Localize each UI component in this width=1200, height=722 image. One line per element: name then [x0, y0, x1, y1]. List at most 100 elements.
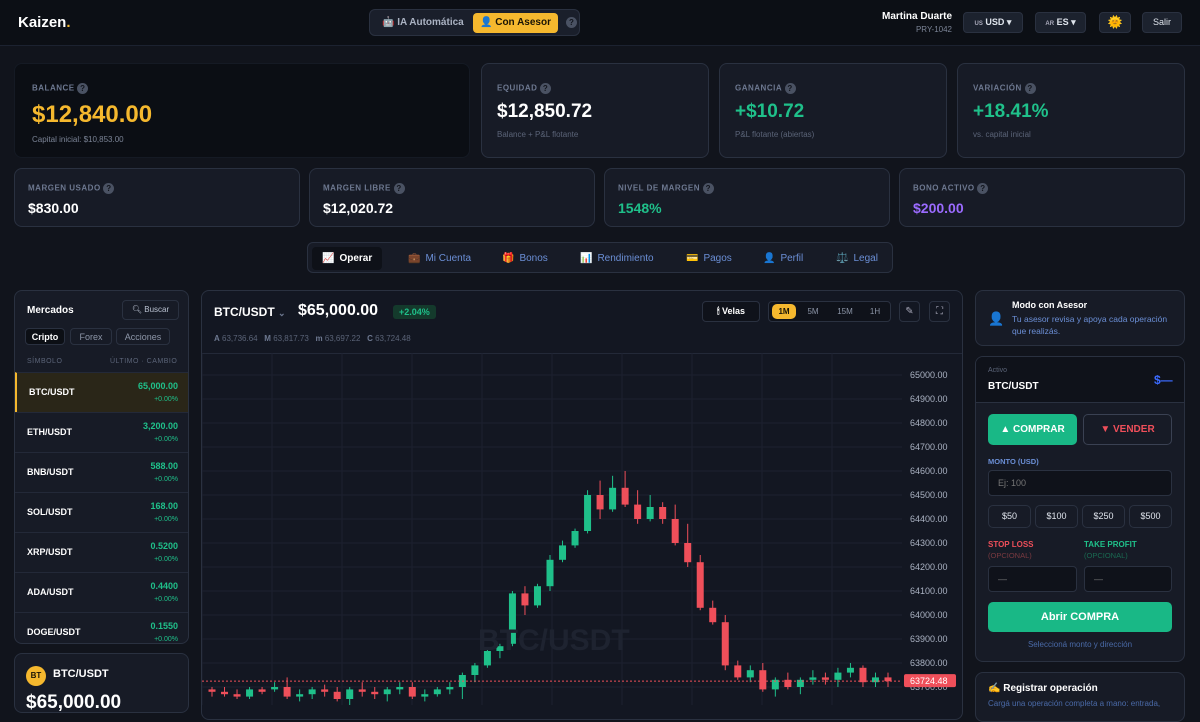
- language-selector[interactable]: AR ES ▾: [1035, 12, 1086, 33]
- help-icon[interactable]: ?: [393, 183, 405, 194]
- market-symbol: BTC/USDT: [29, 387, 75, 397]
- market-row-eth-usdt[interactable]: ETH/USDT 3,200.00 +0.00%: [15, 412, 188, 452]
- y-tick-label: 64600.00: [910, 466, 948, 476]
- candle-body: [634, 504, 642, 519]
- tab-operar[interactable]: 📈 Operar: [312, 247, 383, 270]
- currency-selector[interactable]: US USD ▾: [963, 12, 1023, 33]
- low-value: 63,697.22: [324, 334, 361, 343]
- profit-sub: P&L flotante (abiertas): [735, 130, 815, 139]
- brand-logo[interactable]: Kaizen.: [18, 14, 71, 31]
- help-icon[interactable]: ?: [566, 17, 577, 28]
- candle-body: [533, 586, 541, 606]
- market-tab-cripto[interactable]: Cripto: [25, 328, 65, 345]
- stop-loss-input[interactable]: [988, 566, 1077, 592]
- market-tab-acciones[interactable]: Acciones: [116, 328, 170, 345]
- candle-body: [433, 689, 441, 695]
- low-label: m: [315, 334, 323, 343]
- candle-body: [471, 665, 479, 675]
- tab-bonos[interactable]: 🎁 Bonos: [492, 247, 558, 270]
- market-change: +0.00%: [154, 476, 178, 483]
- timeframe-5m[interactable]: 5M: [800, 304, 826, 319]
- tab-pagos[interactable]: 💳 Pagos: [676, 247, 742, 270]
- candle-body: [684, 543, 692, 563]
- market-price: 0.1550: [150, 621, 178, 631]
- quick-amount-100[interactable]: $100: [1035, 505, 1078, 528]
- candle-body: [609, 487, 617, 510]
- take-profit-input[interactable]: [1084, 566, 1172, 592]
- logout-button[interactable]: Salir: [1142, 12, 1182, 33]
- mode-ia-automatica-button[interactable]: 🤖 IA Automática: [375, 13, 471, 33]
- tab-label: Operar: [339, 253, 373, 264]
- market-row-btc-usdt[interactable]: BTC/USDT 65,000.00 +0.00%: [15, 372, 188, 412]
- tab-rendimiento[interactable]: 📊 Rendimiento: [570, 247, 664, 270]
- help-icon[interactable]: ?: [540, 83, 552, 94]
- quick-amount-500[interactable]: $500: [1129, 505, 1172, 528]
- market-change: +0.00%: [154, 396, 178, 403]
- market-change: +0.00%: [154, 636, 178, 643]
- theme-toggle-sun-icon[interactable]: 🌞: [1099, 12, 1131, 33]
- market-row-xrp-usdt[interactable]: XRP/USDT 0.5200 +0.00%: [15, 532, 188, 572]
- candle-body: [346, 689, 354, 699]
- equity-label: EQUIDAD: [497, 83, 538, 93]
- help-icon[interactable]: ?: [103, 183, 115, 194]
- timeframe-1m[interactable]: 1M: [772, 304, 796, 319]
- market-symbol: ETH/USDT: [27, 427, 72, 437]
- search-icon: 🔍︎: [131, 305, 142, 314]
- tab-legal[interactable]: ⚖️ Legal: [826, 247, 888, 270]
- candle-body: [734, 665, 742, 678]
- pair-selector[interactable]: BTC/USDT ⌄: [214, 305, 286, 319]
- quick-amount-50[interactable]: $50: [988, 505, 1031, 528]
- timeframe-1h[interactable]: 1H: [863, 304, 887, 319]
- chart-type-selector[interactable]: 🕯 Velas: [702, 301, 760, 322]
- mode-con-asesor-button[interactable]: 👤 Con Asesor: [473, 13, 558, 33]
- market-change: +0.00%: [154, 556, 178, 563]
- ticker-price: $65,000.00: [26, 692, 122, 713]
- market-row-ada-usdt[interactable]: ADA/USDT 0.4400 +0.00%: [15, 572, 188, 612]
- asset-logo-icon: $—: [1154, 373, 1173, 387]
- candle-body: [621, 487, 629, 505]
- register-trade-card[interactable]: ✍ Registrar operación Cargá una operació…: [975, 672, 1185, 722]
- market-row-doge-usdt[interactable]: DOGE/USDT 0.1550 +0.00%: [15, 612, 188, 644]
- candle-body: [659, 507, 667, 519]
- advisor-icon: 👤: [988, 311, 1005, 326]
- candle-body: [408, 687, 416, 697]
- candle-body: [759, 670, 767, 690]
- draw-pen-icon[interactable]: ✎: [899, 301, 920, 322]
- language-label: ES ▾: [1056, 17, 1076, 27]
- candle-body: [221, 691, 229, 695]
- candle-body: [521, 593, 529, 606]
- bonus-value: $200.00: [913, 200, 964, 216]
- candle-body: [821, 677, 829, 680]
- active-asset: BTC/USDT: [988, 381, 1039, 392]
- help-icon[interactable]: ?: [77, 83, 89, 94]
- market-row-sol-usdt[interactable]: SOL/USDT 168.00 +0.00%: [15, 492, 188, 532]
- buy-button[interactable]: ▲ COMPRAR: [988, 414, 1077, 445]
- help-icon[interactable]: ?: [1024, 83, 1036, 94]
- open-buy-button[interactable]: Abrir COMPRA: [988, 602, 1172, 632]
- close-label: C: [367, 334, 373, 343]
- margin-free-card: MARGEN LIBRE ? $12,020.72: [309, 168, 595, 227]
- amount-input[interactable]: [988, 470, 1172, 496]
- y-tick-label: 65000.00: [910, 370, 948, 380]
- gift-icon: 🎁: [502, 253, 515, 264]
- help-icon[interactable]: ?: [702, 183, 714, 194]
- candle-body: [208, 689, 216, 692]
- market-tab-forex[interactable]: Forex: [70, 328, 112, 345]
- market-symbol: DOGE/USDT: [27, 627, 81, 637]
- tab-mi-cuenta[interactable]: 💼 Mi Cuenta: [398, 247, 481, 270]
- tab-label: Rendimiento: [597, 253, 654, 264]
- timeframe-15m[interactable]: 15M: [831, 304, 859, 319]
- change-badge: +2.04%: [393, 305, 436, 319]
- active-label: Activo: [988, 367, 1008, 374]
- advisor-mode-card: 👤 Modo con Asesor Tu asesor revisa y apo…: [975, 290, 1185, 346]
- tab-perfil[interactable]: 👤 Perfil: [753, 247, 813, 270]
- fullscreen-icon[interactable]: ⛶: [929, 301, 950, 322]
- quick-amount-250[interactable]: $250: [1082, 505, 1125, 528]
- balance-card: BALANCE ? $12,840.00 Capital inicial: $1…: [14, 63, 470, 158]
- candle-body: [746, 670, 754, 678]
- search-button[interactable]: 🔍︎ Buscar: [122, 300, 179, 320]
- help-icon[interactable]: ?: [784, 83, 796, 94]
- market-row-bnb-usdt[interactable]: BNB/USDT 588.00 +0.00%: [15, 452, 188, 492]
- sell-button[interactable]: ▼ VENDER: [1083, 414, 1172, 445]
- help-icon[interactable]: ?: [977, 183, 989, 194]
